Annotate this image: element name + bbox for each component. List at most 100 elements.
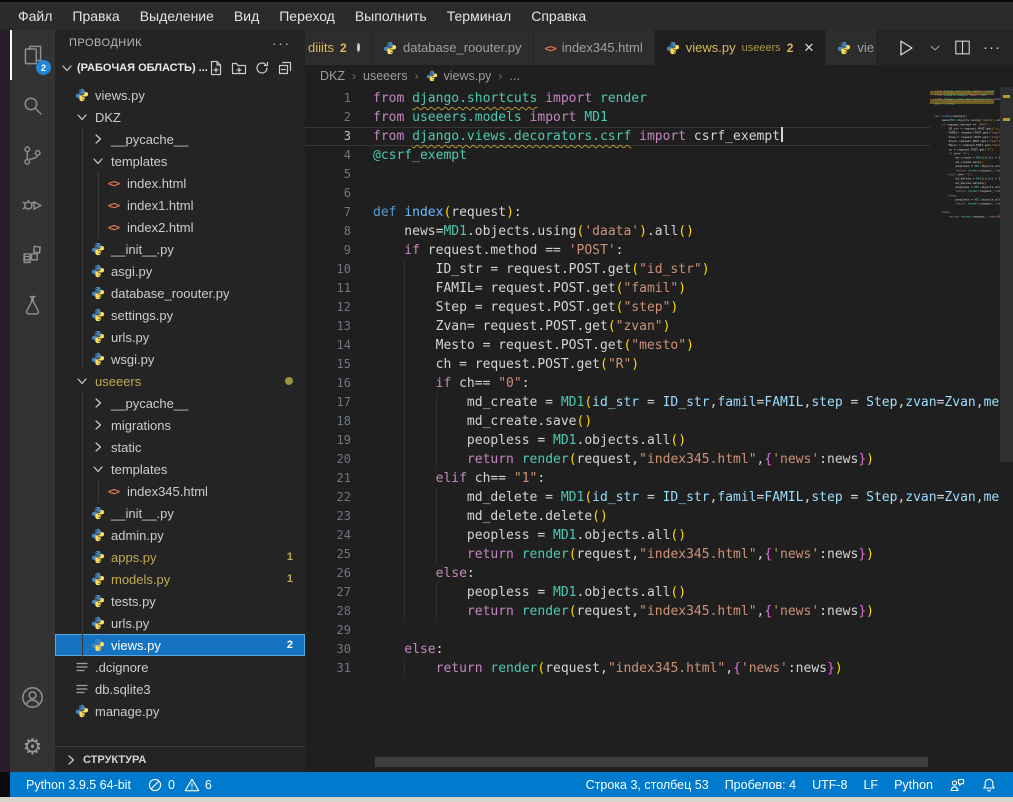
code-line-5[interactable]: 5	[305, 165, 930, 184]
code-line-27[interactable]: 27 peopless = MD1.objects.all()	[305, 583, 930, 602]
status-language[interactable]: Python	[886, 778, 941, 792]
code-line-19[interactable]: 19 peopless = MD1.objects.all()	[305, 431, 930, 450]
more-actions-button[interactable]: ···	[983, 39, 1001, 56]
menu-item-Выделение[interactable]: Выделение	[130, 6, 224, 26]
close-icon[interactable]: ✕	[803, 40, 814, 56]
code-line-14[interactable]: 14 Mesto = request.POST.get("mesto")	[305, 336, 930, 355]
run-dropdown-button[interactable]	[928, 41, 942, 55]
tree-item-templates[interactable]: templates	[55, 458, 305, 480]
code-line-2[interactable]: 2from useeers.models import MD1	[305, 108, 930, 127]
breadcrumb-segment-...[interactable]: ...	[509, 69, 519, 83]
code-line-11[interactable]: 11 FAMIL= request.POST.get("famil")	[305, 279, 930, 298]
tree-item-index345.html[interactable]: <>index345.html	[55, 480, 305, 502]
code-line-7[interactable]: 7def index(request):	[305, 203, 930, 222]
status-eol[interactable]: LF	[855, 778, 886, 792]
code-line-8[interactable]: 8 news=MD1.objects.using('daata').all()	[305, 222, 930, 241]
code-line-1[interactable]: 1from django.shortcuts import render	[305, 89, 930, 108]
outline-section-header[interactable]: СТРУКТУРА	[55, 746, 305, 772]
tree-item-models.py[interactable]: models.py1	[55, 568, 305, 590]
tree-item-settings.py[interactable]: settings.py	[55, 304, 305, 326]
minimap[interactable]: 1from django.shortcuts import render2fro…	[930, 89, 1000, 769]
status-cursor-position[interactable]: Строка 3, столбец 53	[578, 778, 717, 792]
tree-item-views.py[interactable]: views.py	[55, 84, 305, 106]
tree-item-__pycache__[interactable]: __pycache__	[55, 392, 305, 414]
new-file-icon[interactable]	[208, 60, 224, 76]
menu-item-Правка[interactable]: Правка	[62, 6, 129, 26]
activitybar-account[interactable]	[10, 672, 55, 722]
activitybar-source-control[interactable]	[10, 130, 55, 180]
code-line-31[interactable]: 31 return render(request,"index345.html"…	[305, 659, 930, 678]
code-line-22[interactable]: 22 md_delete = MD1(id_str = ID_str,famil…	[305, 488, 930, 507]
activitybar-extensions[interactable]	[10, 230, 55, 280]
run-button[interactable]	[895, 37, 917, 59]
tree-item-static[interactable]: static	[55, 436, 305, 458]
tree-item-views.py[interactable]: views.py2	[55, 634, 305, 656]
split-editor-button[interactable]	[953, 38, 972, 57]
activitybar-run-debug[interactable]	[10, 180, 55, 230]
code-line-4[interactable]: 4@csrf_exempt	[305, 146, 930, 165]
tree-item-.dcignore[interactable]: .dcignore	[55, 656, 305, 678]
status-problems[interactable]: 06	[139, 772, 220, 797]
code-line-3[interactable]: 3from django.views.decorators.csrf impor…	[305, 127, 930, 146]
explorer-more-actions-button[interactable]: ···	[272, 36, 291, 51]
tab-diiits[interactable]: diiits2	[305, 30, 371, 65]
collapse-all-icon[interactable]	[277, 60, 293, 76]
tree-item-__init__.py[interactable]: __init__.py	[55, 502, 305, 524]
new-folder-icon[interactable]	[231, 60, 247, 76]
code-line-6[interactable]: 6	[305, 184, 930, 203]
status-interpreter[interactable]: Python 3.9.5 64-bit	[18, 772, 139, 797]
tree-item-tests.py[interactable]: tests.py	[55, 590, 305, 612]
activitybar-testing[interactable]	[10, 280, 55, 330]
code-line-23[interactable]: 23 md_delete.delete()	[305, 507, 930, 526]
breadcrumb-segment-useeers[interactable]: useeers	[363, 69, 407, 83]
status-indentation[interactable]: Пробелов: 4	[717, 778, 804, 792]
code-editor[interactable]: 1from django.shortcuts import render2fro…	[305, 89, 930, 678]
code-line-12[interactable]: 12 Step = request.POST.get("step")	[305, 298, 930, 317]
status-notifications[interactable]	[973, 777, 1005, 793]
code-line-17[interactable]: 17 md_create = MD1(id_str = ID_str,famil…	[305, 393, 930, 412]
tree-item-migrations[interactable]: migrations	[55, 414, 305, 436]
code-line-20[interactable]: 20 return render(request,"index345.html"…	[305, 450, 930, 469]
tab-vie[interactable]: vie	[826, 30, 876, 65]
tree-item-admin.py[interactable]: admin.py	[55, 524, 305, 546]
tree-item-useeers[interactable]: useeers	[55, 370, 305, 392]
code-line-30[interactable]: 30 else:	[305, 640, 930, 659]
code-line-24[interactable]: 24 peopless = MD1.objects.all()	[305, 526, 930, 545]
menu-item-Справка[interactable]: Справка	[521, 6, 596, 26]
tree-item-db.sqlite3[interactable]: db.sqlite3	[55, 678, 305, 700]
activitybar-explorer[interactable]: 2	[10, 30, 55, 80]
tree-item-index.html[interactable]: <>index.html	[55, 172, 305, 194]
tree-item-__init__.py[interactable]: __init__.py	[55, 238, 305, 260]
menu-item-Переход[interactable]: Переход	[269, 6, 345, 26]
activitybar-settings[interactable]: ⚙	[10, 722, 55, 772]
tree-item-templates[interactable]: templates	[55, 150, 305, 172]
breadcrumb-segment-views.py[interactable]: views.py	[425, 69, 491, 83]
code-line-25[interactable]: 25 return render(request,"index345.html"…	[305, 545, 930, 564]
tree-item-urls.py[interactable]: urls.py	[55, 326, 305, 348]
refresh-icon[interactable]	[254, 60, 270, 76]
tree-item-wsgi.py[interactable]: wsgi.py	[55, 348, 305, 370]
tab-views.py[interactable]: views.pyuseeers2✕	[655, 30, 826, 65]
status-encoding[interactable]: UTF-8	[804, 778, 855, 792]
tree-item-asgi.py[interactable]: asgi.py	[55, 260, 305, 282]
menu-item-Файл[interactable]: Файл	[8, 6, 62, 26]
tree-item-DKZ[interactable]: DKZ	[55, 106, 305, 128]
tree-item-index1.html[interactable]: <>index1.html	[55, 194, 305, 216]
code-line-13[interactable]: 13 Zvan= request.POST.get("zvan")	[305, 317, 930, 336]
tree-item-manage.py[interactable]: manage.py	[55, 700, 305, 722]
tab-index345.html[interactable]: <>index345.html	[534, 30, 654, 65]
tree-item-__pycache__[interactable]: __pycache__	[55, 128, 305, 150]
code-line-31[interactable]: 31 return render(request,"index345.html"…	[930, 214, 1000, 218]
status-feedback[interactable]	[941, 777, 973, 793]
tree-item-apps.py[interactable]: apps.py1	[55, 546, 305, 568]
code-line-16[interactable]: 16 if ch== "0":	[305, 374, 930, 393]
code-line-29[interactable]: 29	[305, 621, 930, 640]
vertical-scrollbar[interactable]	[1000, 87, 1013, 462]
code-line-15[interactable]: 15 ch = request.POST.get("R")	[305, 355, 930, 374]
menu-item-Терминал[interactable]: Терминал	[437, 6, 521, 26]
workspace-section-header[interactable]: (РАБОЧАЯ ОБЛАСТЬ) ...	[55, 56, 305, 80]
menu-item-Выполнить[interactable]: Выполнить	[345, 6, 437, 26]
horizontal-scrollbar[interactable]	[375, 757, 928, 767]
tree-item-urls.py[interactable]: urls.py	[55, 612, 305, 634]
tab-database_roouter.py[interactable]: database_roouter.py	[372, 30, 533, 65]
